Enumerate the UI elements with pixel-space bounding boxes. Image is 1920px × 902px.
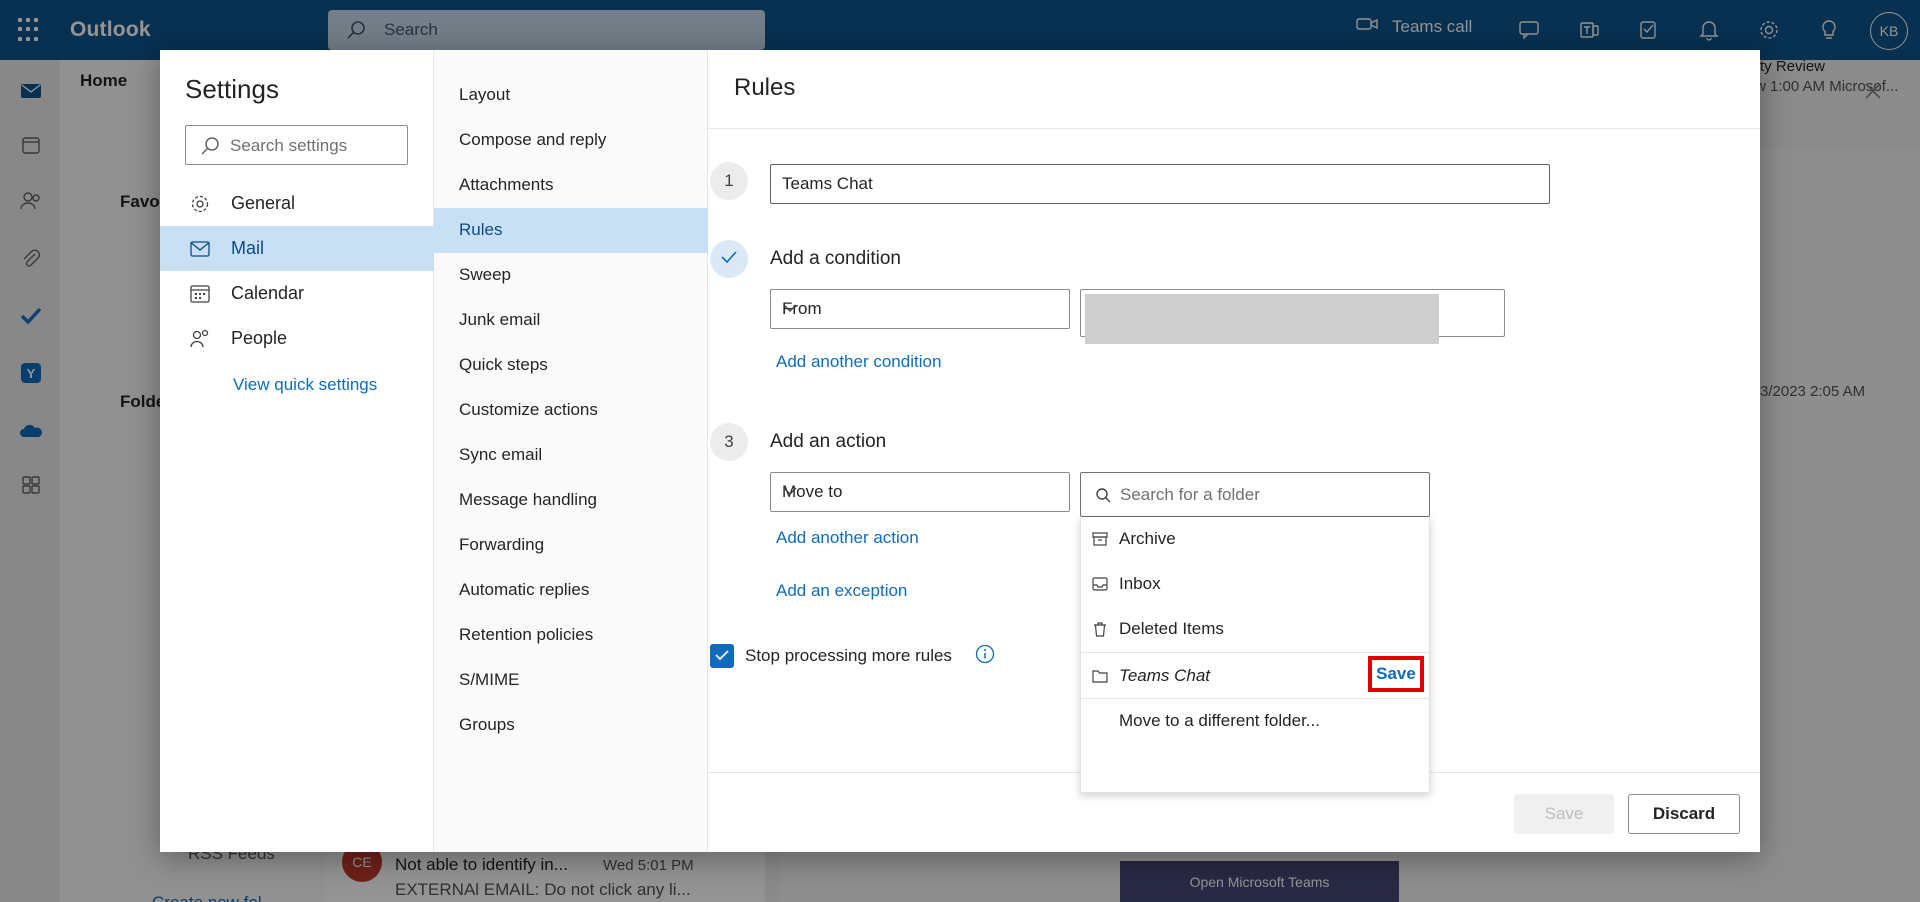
section-label: Forwarding (459, 535, 545, 554)
section-rules[interactable]: Rules (434, 208, 708, 253)
section-label: Message handling (459, 490, 597, 509)
section-label: Sweep (459, 265, 511, 284)
section-label: Junk email (459, 310, 541, 329)
section-label: Sync email (459, 445, 543, 464)
calendar-icon (189, 283, 211, 305)
category-label: Calendar (231, 283, 305, 303)
archive-icon (1092, 531, 1108, 547)
category-label: People (231, 328, 288, 348)
category-mail[interactable]: Mail (160, 226, 434, 271)
header-divider (708, 128, 1760, 129)
section-label: Automatic replies (459, 580, 590, 599)
rule-discard-button[interactable]: Discard (1628, 794, 1740, 834)
section-label: Layout (459, 85, 511, 104)
close-icon[interactable] (1858, 76, 1888, 106)
step-2-badge (710, 240, 748, 278)
folder-option-deleted-items[interactable]: Deleted Items (1081, 607, 1431, 652)
settings-dialog: Settings Search settings General Mail Ca… (160, 50, 1881, 852)
category-people[interactable]: People (160, 316, 434, 361)
checkmark-icon (720, 249, 738, 269)
section-label: Quick steps (459, 355, 548, 374)
stop-processing-label[interactable]: Stop processing more rules (745, 646, 952, 666)
mail-sections: Layout Compose and reply Attachments Rul… (434, 50, 708, 852)
section-sweep[interactable]: Sweep (434, 253, 708, 298)
folder-picker-list: Archive Inbox Deleted Items Teams Chat S… (1080, 517, 1431, 793)
add-another-condition-link[interactable]: Add another condition (776, 352, 941, 372)
section-sync-email[interactable]: Sync email (434, 433, 708, 478)
folder-label: Archive (1119, 529, 1176, 548)
section-junk-email[interactable]: Junk email (434, 298, 708, 343)
section-label: S/MIME (459, 670, 520, 689)
category-label: General (231, 193, 296, 213)
add-condition-heading: Add a condition (770, 248, 901, 269)
view-quick-settings-link[interactable]: View quick settings (233, 375, 377, 395)
new-folder-row[interactable]: Teams Chat Save (1081, 652, 1431, 699)
folder-search-input[interactable]: Search for a folder (1080, 472, 1430, 517)
section-message-handling[interactable]: Message handling (434, 478, 708, 523)
add-exception-link[interactable]: Add an exception (776, 581, 907, 601)
category-calendar[interactable]: Calendar (160, 271, 434, 316)
step-3-badge: 3 (710, 423, 748, 461)
section-label: Rules (459, 220, 503, 239)
folder-label: Inbox (1119, 574, 1161, 593)
folder-search-placeholder: Search for a folder (1120, 485, 1260, 504)
info-icon[interactable] (975, 644, 995, 667)
condition-value-input[interactable] (1080, 289, 1505, 344)
new-folder-save-button[interactable]: Save (1368, 656, 1424, 692)
action-type-dropdown[interactable]: Move to (770, 472, 1070, 512)
search-icon (200, 136, 220, 161)
section-attachments[interactable]: Attachments (434, 163, 708, 208)
move-different-label: Move to a different folder... (1119, 711, 1320, 730)
folder-icon (1092, 668, 1108, 684)
section-groups[interactable]: Groups (434, 703, 708, 748)
section-automatic-replies[interactable]: Automatic replies (434, 568, 708, 613)
gear-icon (189, 193, 211, 215)
move-to-different-folder-option[interactable]: Move to a different folder... (1081, 699, 1431, 744)
section-layout[interactable]: Layout (434, 73, 708, 118)
folder-label: Deleted Items (1119, 619, 1224, 638)
section-quick-steps[interactable]: Quick steps (434, 343, 708, 388)
folder-option-inbox[interactable]: Inbox (1081, 562, 1431, 607)
section-retention-policies[interactable]: Retention policies (434, 613, 708, 658)
rule-save-button[interactable]: Save (1514, 794, 1614, 834)
step-1-badge: 1 (710, 162, 748, 200)
rule-name-input[interactable]: Teams Chat (770, 164, 1550, 204)
rules-title: Rules (734, 74, 796, 101)
search-icon (1095, 487, 1111, 508)
section-label: Attachments (459, 175, 554, 194)
settings-categories: Settings Search settings General Mail Ca… (160, 50, 434, 852)
mail-icon (189, 238, 211, 260)
category-label: Mail (231, 238, 265, 258)
section-forwarding[interactable]: Forwarding (434, 523, 708, 568)
add-action-heading: Add an action (770, 431, 887, 452)
section-smime[interactable]: S/MIME (434, 658, 708, 703)
people-icon (189, 328, 211, 350)
checkmark-icon (714, 648, 730, 664)
folder-option-archive[interactable]: Archive (1081, 517, 1431, 562)
section-customize-actions[interactable]: Customize actions (434, 388, 708, 433)
inbox-icon (1092, 576, 1108, 592)
settings-search-placeholder: Search settings (230, 136, 348, 155)
settings-search-input[interactable]: Search settings (185, 125, 408, 165)
chevron-down-icon (782, 300, 1059, 321)
trash-icon (1092, 621, 1108, 637)
settings-title: Settings (185, 74, 279, 104)
stop-processing-checkbox[interactable] (710, 644, 734, 668)
section-label: Customize actions (459, 400, 598, 419)
category-general[interactable]: General (160, 181, 434, 226)
section-label: Retention policies (459, 625, 594, 644)
section-label: Groups (459, 715, 515, 734)
section-label: Compose and reply (459, 130, 607, 149)
redacted-value (1085, 294, 1439, 344)
condition-type-dropdown[interactable]: From (770, 289, 1070, 329)
chevron-down-icon (782, 483, 1059, 504)
section-compose-reply[interactable]: Compose and reply (434, 118, 708, 163)
new-folder-name[interactable]: Teams Chat (1119, 666, 1210, 686)
add-another-action-link[interactable]: Add another action (776, 528, 919, 548)
